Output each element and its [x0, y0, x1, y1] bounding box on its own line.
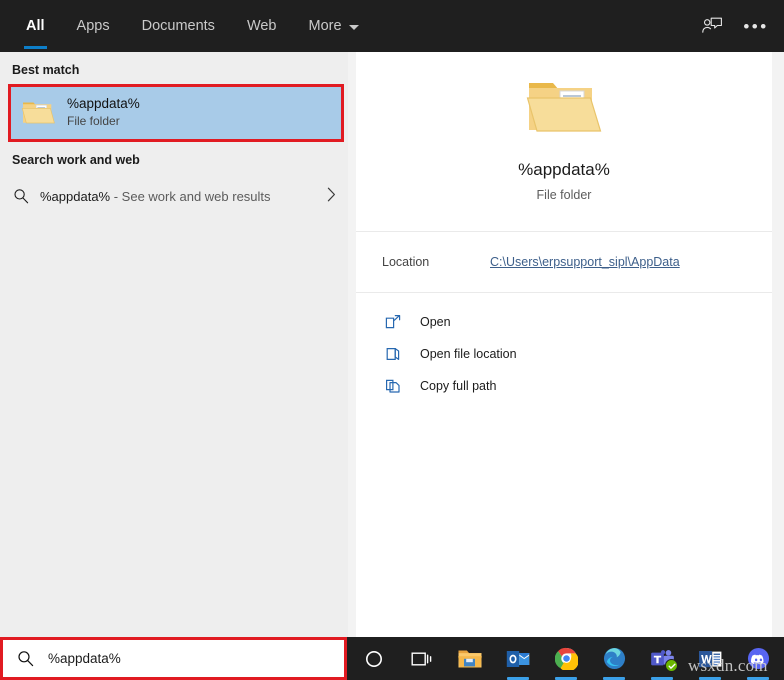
teams-available-badge — [665, 659, 678, 672]
search-web-heading: Search work and web — [0, 142, 348, 174]
windows-search-screen: All Apps Documents Web More — [0, 0, 784, 680]
location-row: Location C:\Users\erpsupport_sipl\AppDat… — [356, 232, 772, 292]
search-filter-tabbar: All Apps Documents Web More — [0, 0, 784, 52]
ellipsis-icon[interactable]: ••• — [736, 6, 776, 46]
action-open-file-location[interactable]: Open file location — [356, 338, 772, 370]
preview-subtitle: File folder — [537, 188, 592, 202]
tab-more[interactable]: More — [293, 0, 375, 52]
copy-icon — [382, 378, 404, 394]
tab-documents-label: Documents — [142, 18, 215, 34]
taskbar: %appdata% — [0, 637, 784, 680]
pane-gap-right — [772, 52, 784, 637]
chevron-down-icon — [349, 25, 359, 30]
action-list: Open Open file location — [356, 293, 772, 402]
web-result-suffix: - See work and web results — [110, 189, 270, 204]
search-icon — [10, 188, 32, 204]
web-result-label: %appdata% - See work and web results — [40, 189, 271, 204]
tab-more-label: More — [309, 18, 342, 34]
discord-icon[interactable] — [734, 637, 782, 680]
folder-icon — [525, 76, 603, 142]
location-path-link[interactable]: C:\Users\erpsupport_sipl\AppData — [490, 255, 680, 269]
cortana-icon[interactable] — [350, 637, 398, 680]
taskbar-search-box[interactable]: %appdata% — [0, 637, 347, 680]
pane-gap-left — [348, 52, 356, 637]
preview-pane: %appdata% File folder Location C:\Users\… — [356, 52, 772, 637]
search-input[interactable]: %appdata% — [48, 651, 121, 666]
best-match-heading: Best match — [0, 52, 348, 84]
chrome-icon[interactable] — [542, 637, 590, 680]
location-label: Location — [382, 255, 490, 269]
edge-icon[interactable] — [590, 637, 638, 680]
tab-apps[interactable]: Apps — [61, 0, 126, 52]
outlook-icon[interactable] — [494, 637, 542, 680]
topbar-actions: ••• — [692, 0, 776, 52]
best-match-title: %appdata% — [67, 96, 140, 113]
search-icon — [11, 650, 39, 667]
taskbar-icon-list — [350, 637, 782, 680]
tab-list: All Apps Documents Web More — [0, 0, 375, 52]
chevron-right-icon[interactable] — [327, 187, 336, 206]
tab-web-label: Web — [247, 18, 277, 34]
results-pane: Best match — [0, 52, 348, 638]
preview-header: %appdata% File folder — [356, 52, 772, 202]
web-result-item[interactable]: %appdata% - See work and web results — [0, 176, 348, 216]
action-open-label: Open — [420, 315, 451, 329]
tab-all-label: All — [26, 18, 45, 34]
action-copy-full-path[interactable]: Copy full path — [356, 370, 772, 402]
folder-icon — [21, 98, 55, 128]
open-external-icon — [382, 314, 404, 330]
action-open-file-location-label: Open file location — [420, 347, 517, 361]
file-explorer-icon[interactable] — [446, 637, 494, 680]
task-view-icon[interactable] — [398, 637, 446, 680]
folder-open-icon — [382, 346, 404, 362]
best-match-text: %appdata% File folder — [67, 96, 140, 129]
best-match-subtitle: File folder — [67, 113, 140, 129]
action-open[interactable]: Open — [356, 306, 772, 338]
web-result-query: %appdata% — [40, 189, 110, 204]
preview-title: %appdata% — [518, 160, 610, 180]
best-match-result-item[interactable]: %appdata% File folder — [11, 87, 341, 139]
word-icon[interactable] — [686, 637, 734, 680]
teams-icon[interactable] — [638, 637, 686, 680]
person-feedback-icon[interactable] — [692, 6, 732, 46]
tab-web[interactable]: Web — [231, 0, 293, 52]
tab-apps-label: Apps — [77, 18, 110, 34]
tab-all[interactable]: All — [10, 0, 61, 52]
best-match-annotation: %appdata% File folder — [8, 84, 344, 142]
tab-documents[interactable]: Documents — [126, 0, 231, 52]
action-copy-full-path-label: Copy full path — [420, 379, 496, 393]
